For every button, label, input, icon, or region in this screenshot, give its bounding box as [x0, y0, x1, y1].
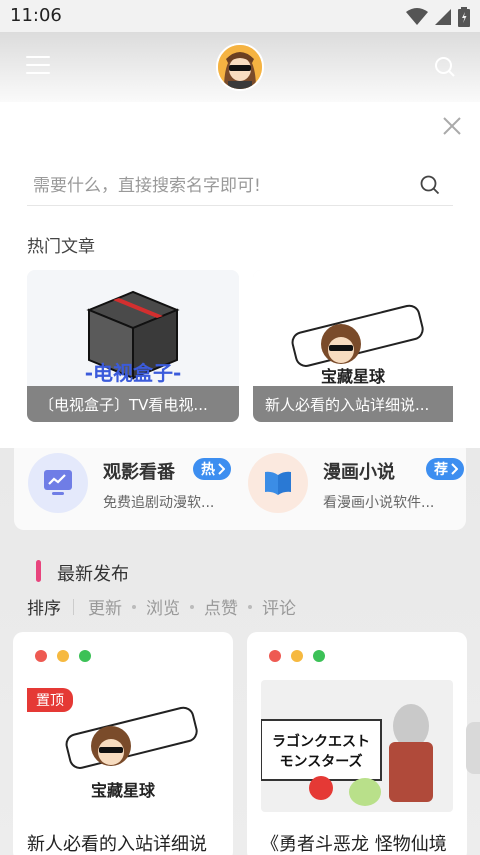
feature-movies[interactable]: 观影看番 热 免费追剧动漫软...: [14, 452, 234, 516]
search-overlay: 热门文章 -电视盒子- 〔电视盒子〕TV看电视... 宝藏星球 新人必看的入站详…: [0, 102, 480, 448]
hot-article-card[interactable]: -电视盒子- 〔电视盒子〕TV看电视...: [27, 270, 239, 422]
feature-movies-title: 观影看番: [103, 462, 175, 483]
svg-text:ラゴンクエスト: ラゴンクエスト: [272, 733, 370, 750]
post-title: 《勇者斗恶龙 怪物仙境: [261, 834, 447, 855]
open-book-icon: [265, 471, 291, 495]
search-icon: [420, 175, 440, 195]
feature-movies-icon-circle: [28, 453, 88, 513]
status-icons: [406, 7, 470, 27]
svg-text:モンスターズ: モンスターズ: [279, 753, 362, 770]
post-card[interactable]: ラゴンクエスト モンスターズ 《勇者斗恶龙 怪物仙境: [247, 632, 467, 855]
game-cover-image: ラゴンクエスト モンスターズ: [261, 680, 453, 812]
avatar[interactable]: [216, 43, 264, 91]
section-accent-bar: [36, 560, 41, 582]
pinned-badge: 置顶: [27, 688, 73, 712]
latest-section-title: 最新发布: [57, 564, 129, 585]
sort-label: 排序: [27, 599, 61, 619]
search-box: [27, 166, 453, 206]
avatar-image: [218, 45, 262, 89]
wifi-icon: [406, 8, 428, 25]
chevron-right-icon: [451, 463, 458, 475]
battery-icon: [458, 7, 470, 27]
status-time: 11:06: [10, 5, 62, 26]
hot-article-caption: 新人必看的入站详细说...: [253, 386, 453, 422]
search-icon[interactable]: [434, 56, 456, 78]
feature-comics-icon-circle: [248, 453, 308, 513]
side-drawer-handle[interactable]: [466, 722, 480, 774]
hot-badge: 热: [193, 458, 231, 480]
feature-comics-subtitle: 看漫画小说软件...: [323, 495, 435, 511]
feature-comics-title: 漫画小说: [323, 462, 395, 483]
tv-box-overlay-text: -电视盒子-: [85, 361, 182, 385]
feature-movies-subtitle: 免费追剧动漫软...: [103, 495, 215, 511]
svg-text:宝藏星球: 宝藏星球: [321, 367, 386, 386]
sort-row: 排序 更新 浏览 点赞 评论: [27, 594, 296, 619]
hot-article-card[interactable]: 宝藏星球 新人必看的入站详细说...: [253, 270, 453, 422]
close-icon[interactable]: [442, 116, 462, 136]
hot-articles-title: 热门文章: [27, 237, 95, 257]
search-button[interactable]: [417, 172, 443, 198]
feature-card: 观影看番 热 免费追剧动漫软... 漫画小说 荐 看漫画小说软件...: [14, 440, 466, 530]
post-card[interactable]: 宝藏星球 置顶 新人必看的入站详细说: [13, 632, 233, 855]
monitor-chart-icon: [44, 470, 72, 495]
chevron-right-icon: [218, 463, 225, 475]
menu-icon[interactable]: [26, 56, 50, 76]
sort-option-views[interactable]: 浏览: [146, 594, 180, 619]
signal-icon: [435, 9, 451, 25]
status-bar: 11:06: [0, 0, 480, 32]
window-dots: [269, 650, 325, 662]
post-title: 新人必看的入站详细说: [27, 834, 207, 855]
feature-comics[interactable]: 漫画小说 荐 看漫画小说软件...: [234, 452, 464, 516]
recommend-badge: 荐: [426, 458, 464, 480]
sort-option-update[interactable]: 更新: [88, 594, 122, 619]
window-dots: [35, 650, 91, 662]
sort-option-likes[interactable]: 点赞: [204, 594, 238, 619]
sort-option-comments[interactable]: 评论: [262, 594, 296, 619]
search-input[interactable]: [33, 172, 403, 200]
svg-text:宝藏星球: 宝藏星球: [91, 781, 156, 800]
hot-article-caption: 〔电视盒子〕TV看电视...: [27, 386, 239, 422]
post-thumbnail: ラゴンクエスト モンスターズ: [261, 680, 453, 812]
app-header: [0, 32, 480, 102]
